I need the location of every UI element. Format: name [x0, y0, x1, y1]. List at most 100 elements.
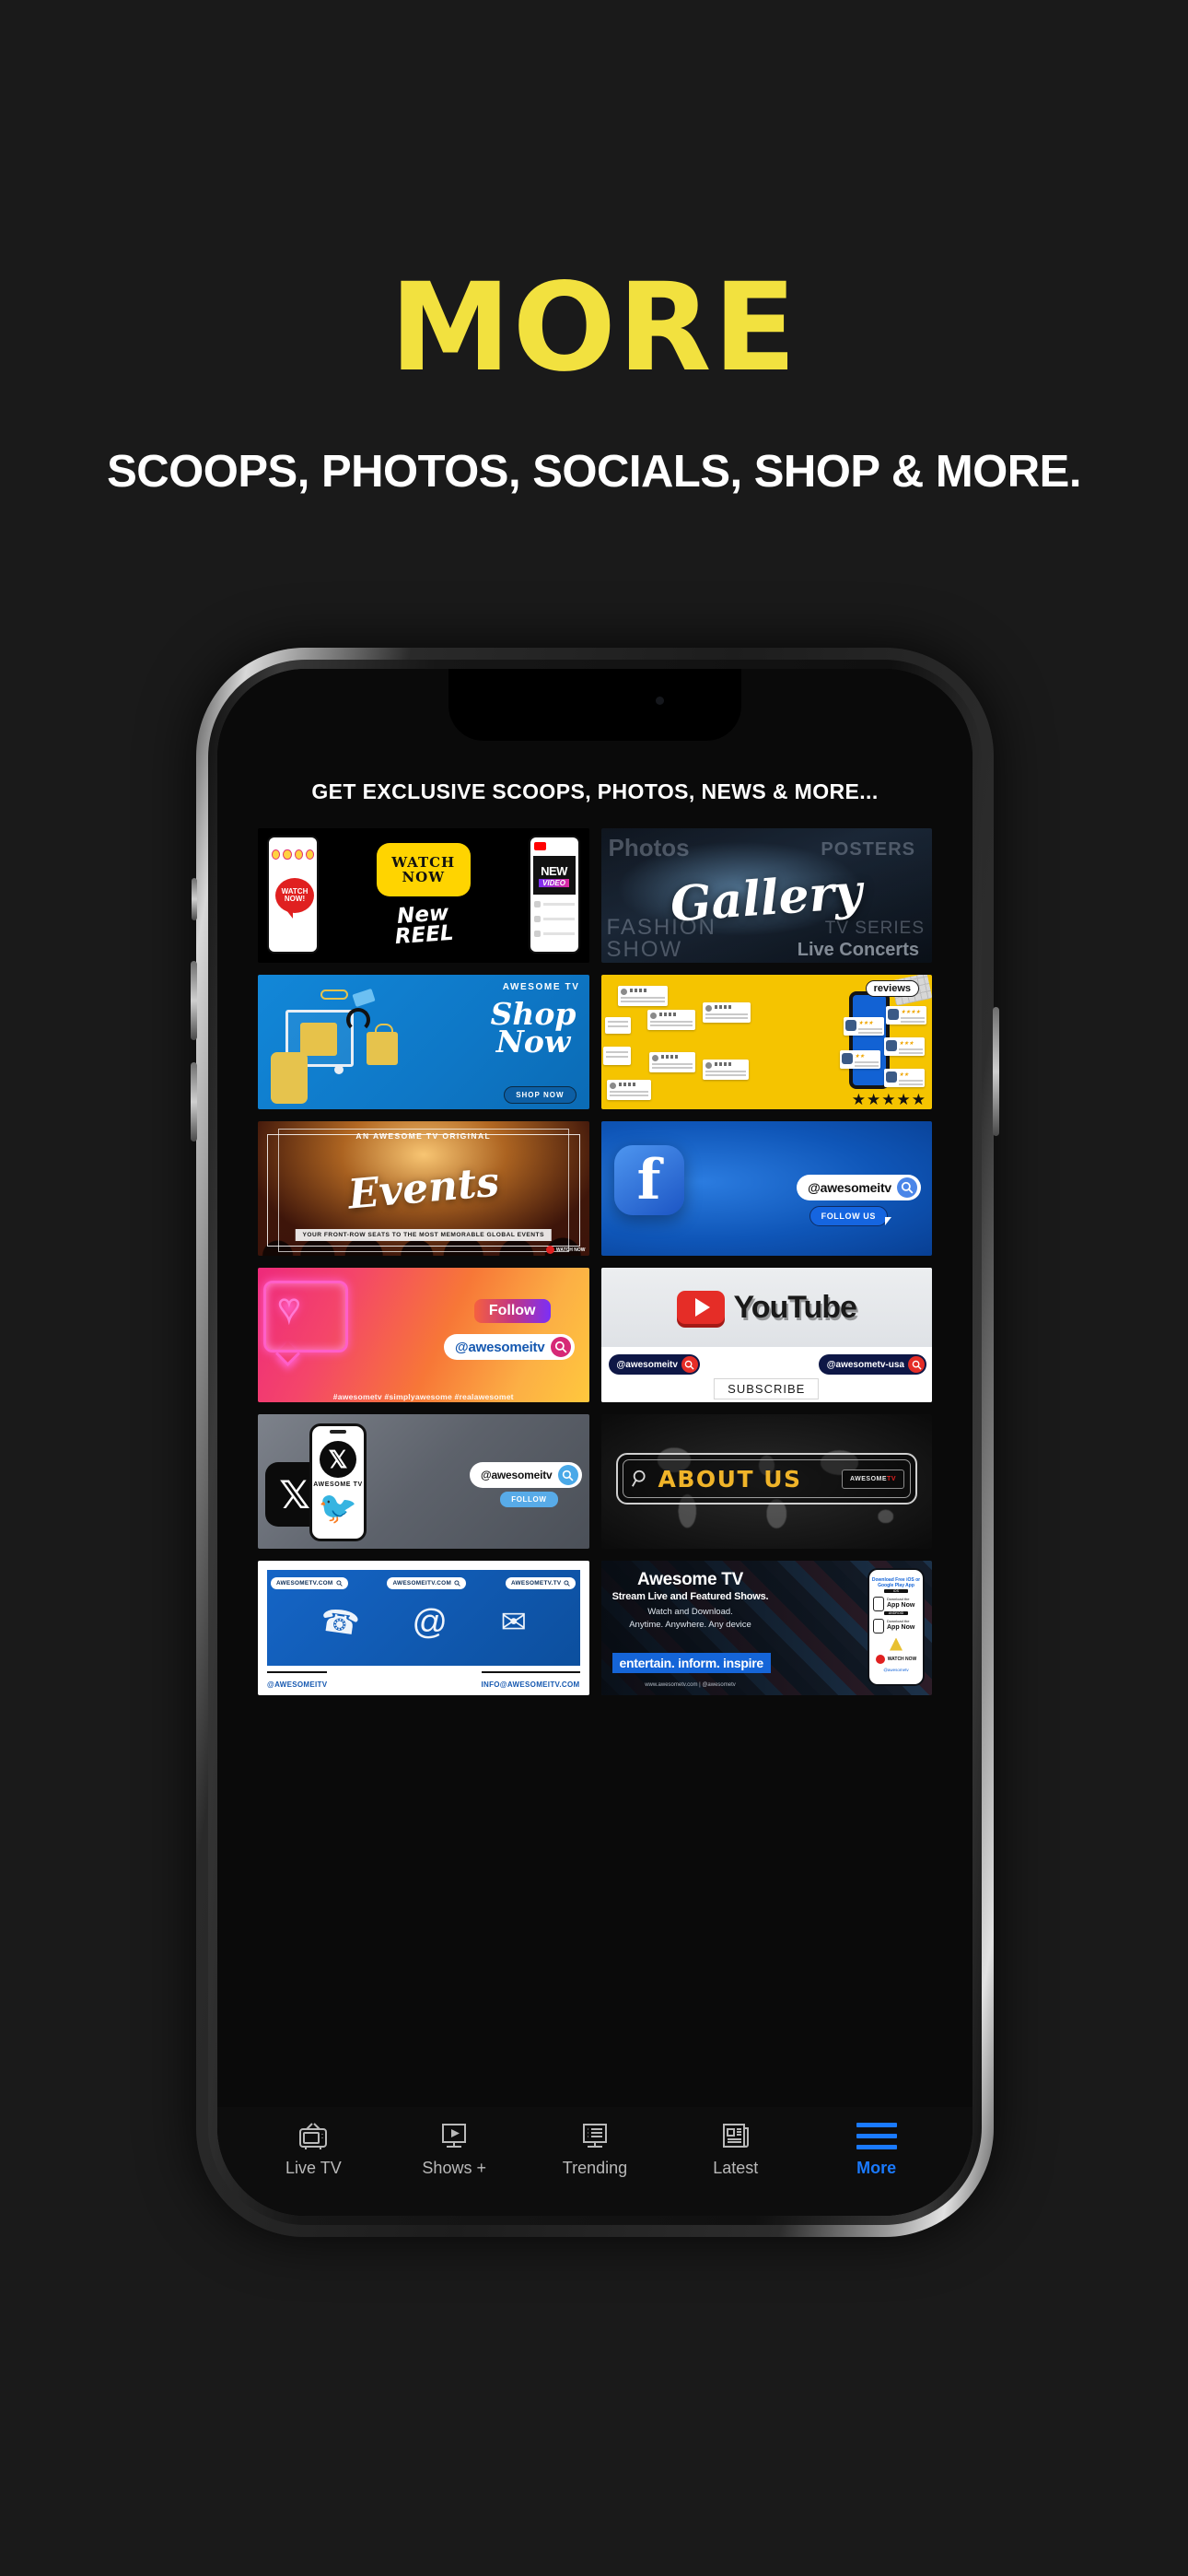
- headline-block: MORE SCOOPS, PHOTOS, SOCIALS, SHOP & MOR…: [0, 0, 1188, 495]
- x-handle-pill[interactable]: @awesomeitv: [469, 1462, 582, 1488]
- phone-mock-instagram: WATCH NOW!: [267, 836, 319, 954]
- review-card: ★★★: [884, 1037, 925, 1056]
- youtube-handle-pill-2[interactable]: @awesometv-usa: [818, 1354, 926, 1375]
- review-card: ★★★: [844, 1017, 884, 1036]
- tab-latest[interactable]: Latest: [665, 2118, 806, 2178]
- youtube-handle-pill-1[interactable]: @awesomeitv: [608, 1354, 700, 1375]
- search-icon: [681, 1356, 698, 1373]
- x-handle: @awesomeitv: [480, 1469, 553, 1481]
- x-phone-label: AWESOME TV: [313, 1481, 363, 1488]
- newspaper-icon: [720, 2118, 751, 2153]
- tile-facebook[interactable]: f @awesomeitv FOLLOW US: [600, 1121, 932, 1256]
- device-icon: [873, 1596, 884, 1611]
- tile-photos-gallery[interactable]: Photos POSTERS FASHION SHOW TV SERIES Li…: [600, 828, 932, 963]
- contact-handle: @AWESOMEITV: [267, 1680, 328, 1689]
- bottom-tab-bar: Live TV Shows + Trending Latest More: [217, 2107, 973, 2216]
- tile-watch-now-new-reel[interactable]: WATCH NOW! WATCH NOW New REEL NEW VIDEO: [258, 828, 589, 963]
- page-title: MORE: [390, 257, 798, 399]
- ghost-word-live-concerts: Live Concerts: [797, 940, 919, 960]
- credit-card-icon: [352, 988, 376, 1008]
- tab-live-tv[interactable]: Live TV: [243, 2118, 384, 2178]
- tile-youtube[interactable]: YouTube @awesomeitv @awesometv-usa SUBSC…: [600, 1268, 932, 1402]
- tab-shows[interactable]: Shows +: [384, 2118, 525, 2178]
- events-watch-now-button[interactable]: WATCH NOW: [545, 1246, 586, 1254]
- watch-now-bubble: WATCH NOW!: [275, 878, 314, 919]
- search-icon: [335, 1580, 343, 1587]
- tile-x-twitter[interactable]: 𝕏 𝕏 AWESOME TV 🐦 @awesomeitv FOLLOW: [258, 1414, 589, 1549]
- new-video-thumb: NEW VIDEO: [532, 856, 576, 895]
- shopping-bag-icon: [367, 1024, 398, 1065]
- contact-icon-row: ☎ @ ✉: [267, 1602, 580, 1643]
- magnifier-icon: [631, 1469, 651, 1489]
- youtube-handle-1: @awesomeitv: [616, 1359, 678, 1370]
- search-icon: [908, 1356, 925, 1373]
- volume-down-button[interactable]: [191, 1062, 197, 1142]
- promo-watch-now-button[interactable]: WATCH NOW: [869, 1654, 923, 1664]
- instagram-follow-button[interactable]: Follow: [473, 1299, 551, 1323]
- heart-icon: ♥: [277, 1288, 301, 1329]
- tile-art: ABOUT US AWESOMETV: [600, 1414, 932, 1549]
- promo-subtitle: Stream Live and Featured Shows.: [611, 1591, 769, 1602]
- gift-box-icon: [300, 1023, 337, 1056]
- promo-mini-big-2: App Now: [887, 1623, 915, 1631]
- contact-url-2: AWESOMEITV.COM: [392, 1580, 452, 1587]
- tile-awesome-tv-promo[interactable]: Awesome TV Stream Live and Featured Show…: [600, 1561, 932, 1695]
- phone-icon: ☎: [318, 1602, 362, 1643]
- mute-switch[interactable]: [192, 878, 197, 920]
- contact-url-pill-1[interactable]: AWESOMETV.COM: [271, 1577, 348, 1589]
- new-reel-line-2: REEL: [393, 920, 455, 950]
- instagram-handle-pill[interactable]: @awesomeitv: [444, 1334, 575, 1360]
- facebook-follow-button[interactable]: FOLLOW US: [809, 1206, 888, 1226]
- tab-label-trending: Trending: [562, 2159, 628, 2177]
- contact-panel: AWESOMETV.COM AWESOMEITV.COM AWESOMETV.T…: [267, 1570, 580, 1666]
- review-bubble: [617, 986, 668, 1006]
- phone-screen: GET EXCLUSIVE SCOOPS, PHOTOS, NEWS & MOR…: [217, 669, 973, 2216]
- watch-now-badge: WATCH NOW: [376, 843, 471, 896]
- events-kicker: AN AWESOME TV ORIGINAL: [355, 1131, 492, 1141]
- contact-footer: @AWESOMEITV INFO@AWESOMEITV.COM: [267, 1670, 580, 1692]
- youtube-subscribe-button[interactable]: SUBSCRIBE: [714, 1378, 820, 1399]
- contact-url-row: AWESOMETV.COM AWESOMEITV.COM AWESOMETV.T…: [271, 1577, 577, 1589]
- review-bubble: [648, 1052, 695, 1072]
- envelope-icon: ✉: [500, 1605, 527, 1640]
- tab-more[interactable]: More: [806, 2118, 947, 2178]
- tile-about-us[interactable]: ABOUT US AWESOMETV: [600, 1414, 932, 1549]
- promo-mini-cap-1: iOS: [884, 1588, 908, 1593]
- youtube-top-bar: [533, 842, 575, 850]
- badge-line-1: WATCH: [391, 853, 456, 871]
- tile-contact[interactable]: AWESOMETV.COM AWESOMEITV.COM AWESOMETV.T…: [258, 1561, 589, 1695]
- contact-url-3: AWESOMETV.TV: [510, 1580, 562, 1587]
- review-bubble: [602, 1047, 631, 1065]
- device-icon: [873, 1618, 884, 1633]
- tile-instagram[interactable]: ♥ Follow @awesomeitv #awesometv #simplya…: [258, 1268, 589, 1402]
- promo-download-row-ios[interactable]: Download the App Now: [873, 1596, 919, 1611]
- contact-url-pill-2[interactable]: AWESOMEITV.COM: [387, 1577, 467, 1589]
- youtube-logo-icon: [533, 842, 546, 850]
- power-button[interactable]: [993, 1007, 999, 1136]
- tab-label-more: More: [856, 2159, 897, 2177]
- tile-reviews[interactable]: ★★★ ★★ ★★★★ ★★★ ★★ reviews ★★★★★: [600, 975, 932, 1109]
- ghost-word-show: SHOW: [606, 937, 683, 962]
- x-follow-button[interactable]: FOLLOW: [500, 1492, 558, 1507]
- video-row: [533, 930, 575, 937]
- review-card: ★★: [884, 1069, 925, 1087]
- tile-art: AWESOMETV.COM AWESOMEITV.COM AWESOMETV.T…: [258, 1561, 589, 1695]
- promo-download-row-android[interactable]: Download the App Now: [873, 1618, 919, 1633]
- youtube-wordmark: YouTube: [733, 1289, 857, 1325]
- facebook-handle-pill[interactable]: @awesomeitv: [797, 1175, 921, 1200]
- tile-events[interactable]: AN AWESOME TV ORIGINAL Events YOUR FRONT…: [258, 1121, 589, 1256]
- tile-art: AWESOME TV Shop Now SHOP NOW: [258, 975, 589, 1109]
- shop-now-button[interactable]: SHOP NOW: [504, 1086, 577, 1104]
- tile-shop-now[interactable]: AWESOME TV Shop Now SHOP NOW: [258, 975, 589, 1109]
- tab-trending[interactable]: Trending: [525, 2118, 666, 2178]
- review-card: ★★: [840, 1050, 880, 1069]
- promo-title: Awesome TV: [637, 1570, 743, 1589]
- contact-url-1: AWESOMETV.COM: [276, 1580, 333, 1587]
- contact-url-pill-3[interactable]: AWESOMETV.TV: [505, 1577, 577, 1589]
- suitcase-icon: [271, 1052, 308, 1104]
- phone-mockup: GET EXCLUSIVE SCOOPS, PHOTOS, NEWS & MOR…: [191, 648, 999, 2237]
- review-bubble: [702, 1002, 751, 1023]
- review-card: ★★★★: [886, 1006, 926, 1025]
- promo-url: www.awesometv.com | @awesometv: [645, 1682, 736, 1688]
- volume-up-button[interactable]: [191, 961, 197, 1040]
